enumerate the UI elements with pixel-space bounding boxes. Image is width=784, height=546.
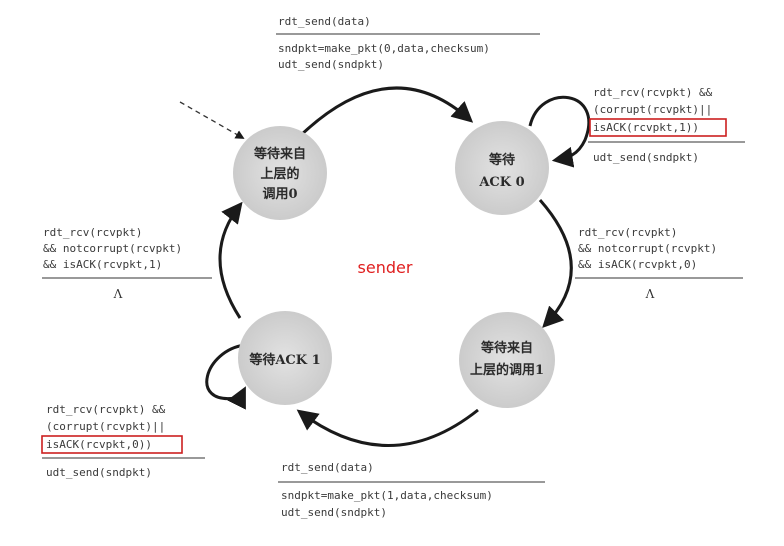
transition-call0-to-ack0 — [296, 86, 474, 140]
fsm-diagram: 等待来自 上层的 调用0 等待 ACK 0 等待来自 上层的调用1 等待ACK … — [41, 15, 745, 519]
transition-event: (corrupt(rcvpkt)|| — [46, 420, 165, 433]
label-call0-to-ack0: rdt_send(data) sndpkt=make_pkt(0,data,ch… — [276, 15, 540, 71]
label-ack1-self-loop: rdt_rcv(rcvpkt) && (corrupt(rcvpkt)|| is… — [41, 403, 205, 479]
transition-event: && notcorrupt(rcvpkt) — [578, 242, 717, 255]
transition-action: udt_send(sndpkt) — [278, 58, 384, 71]
label-call1-to-ack1: rdt_send(data) sndpkt=make_pkt(1,data,ch… — [278, 461, 545, 519]
transition-event: rdt_send(data) — [281, 461, 374, 474]
transition-ack1-to-call0 — [218, 201, 243, 319]
label-ack1-to-call0: rdt_rcv(rcvpkt) && notcorrupt(rcvpkt) &&… — [42, 226, 212, 301]
transition-event: rdt_rcv(rcvpkt) — [43, 226, 142, 239]
transition-event: rdt_send(data) — [278, 15, 371, 28]
transition-action: udt_send(sndpkt) — [46, 466, 152, 479]
transition-event: rdt_rcv(rcvpkt) && — [46, 403, 166, 416]
state-label-line: ACK 0 — [478, 175, 524, 190]
state-wait-call-1: 等待来自 上层的调用1 — [459, 312, 555, 408]
label-ack0-self-loop: rdt_rcv(rcvpkt) && (corrupt(rcvpkt)|| is… — [588, 86, 745, 164]
state-label-line: 上层的 — [260, 166, 299, 182]
transition-call1-to-ack1 — [296, 408, 479, 447]
transition-event-highlighted: isACK(rcvpkt,1)) — [593, 121, 699, 134]
label-ack0-to-call1: rdt_rcv(rcvpkt) && notcorrupt(rcvpkt) &&… — [575, 226, 743, 301]
state-wait-ack-0: 等待 ACK 0 — [455, 121, 549, 215]
state-label-line: 上层的调用1 — [470, 362, 544, 378]
transition-ack0-to-call1 — [538, 199, 573, 329]
transition-action: sndpkt=make_pkt(1,data,checksum) — [281, 489, 493, 502]
transition-action: udt_send(sndpkt) — [593, 151, 699, 164]
diagram-title: sender — [358, 258, 413, 277]
initial-state-arrow — [179, 101, 245, 139]
transition-event: rdt_rcv(rcvpkt) — [578, 226, 677, 239]
transition-event: && isACK(rcvpkt,0) — [578, 258, 697, 271]
state-label-line: 等待ACK 1 — [248, 352, 320, 368]
transition-action-lambda: Λ — [113, 287, 123, 301]
transition-event: && notcorrupt(rcvpkt) — [43, 242, 182, 255]
transition-action: udt_send(sndpkt) — [281, 506, 387, 519]
state-label-line: 等待来自 — [253, 146, 306, 162]
state-wait-ack-1: 等待ACK 1 — [238, 311, 332, 405]
state-label-line: 等待来自 — [480, 340, 533, 356]
transition-action: sndpkt=make_pkt(0,data,checksum) — [278, 42, 490, 55]
transition-event: rdt_rcv(rcvpkt) && — [593, 86, 713, 99]
state-label-line: 等待 — [488, 152, 515, 168]
transition-event-highlighted: isACK(rcvpkt,0)) — [46, 438, 152, 451]
transition-action-lambda: Λ — [645, 287, 655, 301]
transition-event: (corrupt(rcvpkt)|| — [593, 103, 712, 116]
transition-event: && isACK(rcvpkt,1) — [43, 258, 162, 271]
state-label-line: 调用0 — [262, 187, 297, 202]
state-wait-call-0: 等待来自 上层的 调用0 — [233, 126, 327, 220]
